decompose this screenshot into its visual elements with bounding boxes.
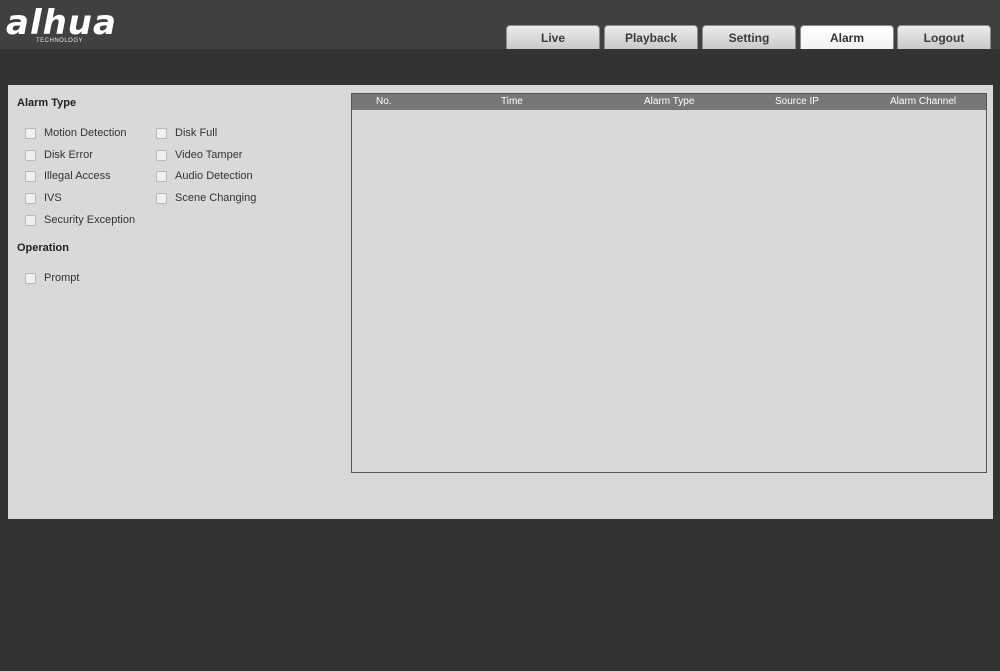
checkbox-box[interactable]: [25, 214, 36, 226]
operation-prompt-checkbox[interactable]: Prompt: [25, 271, 79, 285]
alarm-type-disk-full-checkbox[interactable]: Disk Full: [156, 126, 217, 140]
tab-playback[interactable]: Playback: [604, 25, 698, 49]
alarm-table: No. Time Alarm Type Source IP Alarm Chan…: [351, 93, 987, 473]
checkbox-box[interactable]: [25, 192, 36, 204]
tab-setting[interactable]: Setting: [702, 25, 796, 49]
checkbox-box[interactable]: [25, 149, 36, 161]
checkbox-box[interactable]: [156, 170, 167, 182]
logo-text: alhua: [6, 3, 117, 43]
checkbox-box[interactable]: [25, 272, 36, 284]
alarm-type-illegal-access-checkbox[interactable]: Illegal Access: [25, 169, 111, 183]
checkbox-label: IVS: [44, 192, 62, 204]
alarm-type-ivs-checkbox[interactable]: IVS: [25, 191, 62, 205]
checkbox-label: Prompt: [44, 272, 80, 284]
checkbox-label: Illegal Access: [44, 170, 111, 182]
dahua-logo: alhua TECHNOLOGY: [6, 3, 117, 44]
alarm-panel: Alarm Type Motion Detection Disk Full Di…: [8, 85, 993, 519]
top-header: alhua TECHNOLOGY Live Playback Setting A…: [0, 0, 1000, 49]
checkbox-label: Security Exception: [44, 214, 136, 226]
alarm-type-video-tamper-checkbox[interactable]: Video Tamper: [156, 148, 242, 162]
checkbox-box[interactable]: [156, 149, 167, 161]
column-header-source-ip: Source IP: [775, 96, 819, 107]
checkbox-label: Disk Full: [175, 127, 218, 139]
checkbox-box[interactable]: [25, 127, 36, 139]
checkbox-label: Scene Changing: [175, 192, 257, 204]
column-header-alarm-type: Alarm Type: [644, 96, 695, 107]
checkbox-label: Motion Detection: [44, 127, 127, 139]
column-header-time: Time: [501, 96, 523, 107]
alarm-type-motion-detection-checkbox[interactable]: Motion Detection: [25, 126, 127, 140]
alarm-type-disk-error-checkbox[interactable]: Disk Error: [25, 148, 93, 162]
tab-alarm[interactable]: Alarm: [800, 25, 894, 49]
alarm-type-scene-changing-checkbox[interactable]: Scene Changing: [156, 191, 256, 205]
alarm-type-audio-detection-checkbox[interactable]: Audio Detection: [156, 169, 253, 183]
checkbox-box[interactable]: [156, 127, 167, 139]
operation-title: Operation: [17, 242, 69, 254]
alarm-type-title: Alarm Type: [17, 97, 77, 109]
column-header-alarm-channel: Alarm Channel: [890, 96, 957, 107]
logo-subtext: TECHNOLOGY: [36, 38, 84, 44]
checkbox-label: Audio Detection: [175, 170, 253, 182]
tab-live[interactable]: Live: [506, 25, 600, 49]
checkbox-box[interactable]: [25, 170, 36, 182]
checkbox-label: Disk Error: [44, 149, 93, 161]
checkbox-box[interactable]: [156, 192, 167, 204]
column-header-no: No.: [376, 96, 392, 107]
alarm-table-header: No. Time Alarm Type Source IP Alarm Chan…: [352, 94, 986, 110]
checkbox-label: Video Tamper: [175, 149, 243, 161]
alarm-type-security-exception-checkbox[interactable]: Security Exception: [25, 213, 135, 227]
tab-logout[interactable]: Logout: [897, 25, 991, 49]
